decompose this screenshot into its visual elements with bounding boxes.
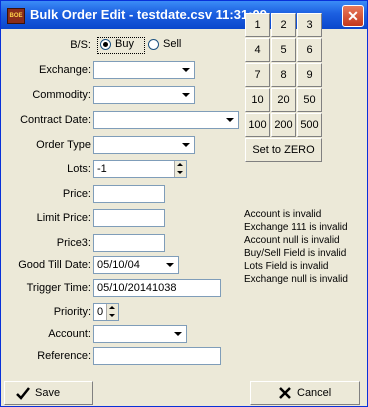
priority-label: Priority:: [53, 306, 91, 318]
keypad-key[interactable]: 100: [245, 113, 270, 137]
keypad-key[interactable]: 8: [271, 63, 296, 87]
validation-message: Account is invalid: [244, 209, 322, 220]
check-icon: [16, 387, 30, 400]
save-label: Save: [35, 387, 61, 399]
validation-message: Buy/Sell Field is invalid: [244, 248, 347, 259]
keypad-key[interactable]: 9: [297, 63, 322, 87]
good-till-date-select[interactable]: 05/10/04: [93, 256, 179, 274]
commodity-select[interactable]: [93, 86, 195, 104]
sell-radio[interactable]: [148, 39, 159, 50]
window-title: Bulk Order Edit - testdate.csv 11:31:09: [30, 7, 267, 22]
keypad-key[interactable]: 6: [297, 38, 322, 62]
set-to-zero-button[interactable]: Set to ZERO: [245, 138, 322, 162]
cancel-label: Cancel: [297, 387, 332, 399]
price3-input[interactable]: [93, 234, 165, 252]
keypad-key[interactable]: 5: [271, 38, 296, 62]
good-till-date-value: 05/10/04: [97, 259, 140, 271]
keypad-key[interactable]: 20: [271, 88, 296, 112]
lots-value[interactable]: -1: [97, 163, 107, 175]
validation-message: Exchange 111 is invalid: [244, 222, 348, 233]
limit-price-input[interactable]: [93, 209, 165, 227]
validation-message: Account null is invalid: [244, 235, 340, 246]
priority-stepper[interactable]: 0: [93, 303, 119, 321]
good-till-date-label: Good Till Date:: [18, 259, 91, 271]
bulk-order-edit-dialog: BOE Bulk Order Edit - testdate.csv 11:31…: [0, 0, 368, 407]
keypad-key[interactable]: 3: [297, 13, 322, 37]
cancel-button[interactable]: Cancel: [250, 381, 360, 405]
trigger-time-label: Trigger Time:: [26, 282, 91, 294]
order-type-select[interactable]: [93, 136, 195, 154]
exchange-select[interactable]: [93, 61, 195, 79]
keypad-key[interactable]: 7: [245, 63, 270, 87]
x-icon: [279, 387, 291, 399]
number-keypad: 1 2 3 4 5 6 7 8 9 10 20 50 100 200 500 S…: [243, 13, 359, 201]
spin-up-icon[interactable]: [109, 306, 115, 309]
price-label: Price:: [62, 188, 91, 200]
trigger-time-input[interactable]: 05/10/20141038: [93, 279, 221, 297]
commodity-label: Commodity:: [32, 89, 91, 101]
keypad-key[interactable]: 500: [297, 113, 322, 137]
save-button[interactable]: Save: [4, 381, 93, 405]
chevron-down-icon[interactable]: [222, 113, 237, 127]
exchange-label: Exchange:: [39, 64, 91, 76]
keypad-key[interactable]: 200: [271, 113, 296, 137]
validation-message: Exchange null is invalid: [244, 274, 348, 285]
contract-date-select[interactable]: [93, 111, 239, 129]
app-icon: BOE: [7, 8, 25, 24]
chevron-down-icon[interactable]: [178, 63, 193, 77]
keypad-key[interactable]: 50: [297, 88, 322, 112]
keypad-key[interactable]: 10: [245, 88, 270, 112]
chevron-down-icon[interactable]: [162, 258, 177, 272]
price-input[interactable]: [93, 185, 165, 203]
lots-stepper[interactable]: -1: [93, 160, 187, 178]
chevron-down-icon[interactable]: [178, 138, 193, 152]
chevron-down-icon[interactable]: [170, 327, 185, 341]
lots-label: Lots:: [67, 163, 91, 175]
spin-down-icon[interactable]: [109, 314, 115, 317]
reference-label: Reference:: [37, 350, 91, 362]
price3-label: Price3:: [56, 237, 91, 249]
keypad-key[interactable]: 4: [245, 38, 270, 62]
account-label: Account:: [48, 328, 91, 340]
spin-down-icon[interactable]: [177, 171, 183, 174]
priority-value[interactable]: 0: [97, 306, 103, 318]
trigger-time-value: 05/10/20141038: [97, 282, 177, 294]
contract-date-label: Contract Date:: [20, 114, 91, 126]
validation-message: Lots Field is invalid: [244, 261, 329, 272]
bs-label: B/S:: [70, 39, 91, 51]
keypad-key[interactable]: 1: [245, 13, 270, 37]
limit-price-label: Limit Price:: [36, 212, 91, 224]
buy-label[interactable]: Buy: [115, 38, 134, 50]
order-type-label: Order Type: [36, 139, 91, 151]
chevron-down-icon[interactable]: [178, 88, 193, 102]
buy-radio[interactable]: [100, 39, 111, 50]
sell-label[interactable]: Sell: [163, 38, 181, 50]
reference-input[interactable]: [93, 347, 221, 365]
spin-up-icon[interactable]: [177, 163, 183, 166]
keypad-key[interactable]: 2: [271, 13, 296, 37]
account-select[interactable]: [93, 325, 187, 343]
